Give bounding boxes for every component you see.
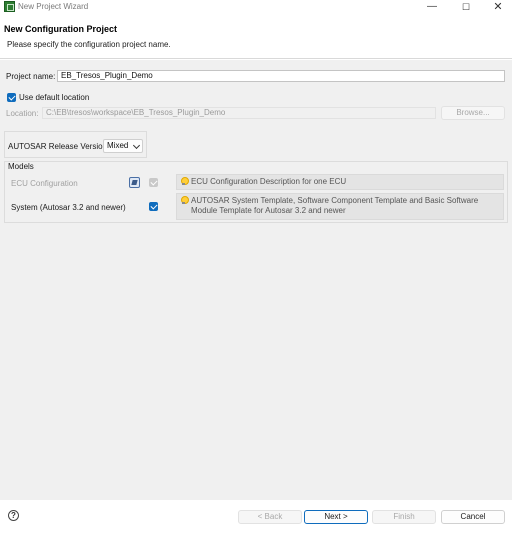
wizard-banner: New Configuration Project Please specify…	[0, 14, 512, 59]
system-model-checkbox[interactable]	[149, 202, 158, 211]
close-button[interactable]: ✕	[482, 0, 512, 14]
cancel-button[interactable]: Cancel	[441, 510, 505, 524]
lightbulb-icon	[180, 196, 189, 204]
location-label: Location:	[6, 109, 39, 118]
ecu-configuration-description: ECU Configuration Description for one EC…	[176, 174, 504, 190]
window-title: New Project Wizard	[18, 2, 89, 11]
model-name-system: System (Autosar 3.2 and newer)	[11, 203, 126, 212]
window-titlebar: New Project Wizard — ☐ ✕	[0, 0, 512, 14]
use-default-location-checkbox[interactable]	[7, 93, 16, 102]
models-group-label: Models	[8, 162, 34, 171]
page-title: New Configuration Project	[4, 24, 118, 34]
ecu-configuration-checkbox[interactable]	[149, 178, 158, 187]
next-button[interactable]: Next >	[304, 510, 368, 524]
use-default-location-label: Use default location	[19, 93, 90, 102]
wizard-content: Project name: EB_Tresos_Plugin_Demo Use …	[0, 60, 512, 500]
ecu-configuration-description-text: ECU Configuration Description for one EC…	[191, 177, 347, 186]
browse-button[interactable]: Browse...	[441, 106, 505, 120]
system-model-description-text: AUTOSAR System Template, Software Compon…	[191, 196, 479, 215]
system-model-description: AUTOSAR System Template, Software Compon…	[176, 193, 504, 220]
model-name-ecu-configuration: ECU Configuration	[11, 179, 78, 188]
minimize-button[interactable]: —	[416, 0, 448, 14]
project-name-input[interactable]: EB_Tresos_Plugin_Demo	[57, 70, 505, 82]
back-button[interactable]: < Back	[238, 510, 302, 524]
project-name-label: Project name:	[6, 72, 56, 81]
ecu-config-toggle-icon[interactable]	[129, 177, 140, 188]
page-description: Please specify the configuration project…	[7, 40, 171, 49]
autosar-release-value: Mixed	[107, 141, 129, 150]
lightbulb-icon	[180, 177, 189, 185]
maximize-button[interactable]: ☐	[450, 0, 482, 14]
autosar-release-select[interactable]: Mixed	[103, 139, 143, 153]
chevron-down-icon	[132, 141, 141, 150]
autosar-release-label: AUTOSAR Release Version:	[8, 142, 110, 151]
location-input[interactable]: C:\EB\tresos\workspace\EB_Tresos_Plugin_…	[42, 107, 436, 119]
help-icon[interactable]: ?	[8, 510, 19, 521]
eb-tresos-icon	[4, 1, 15, 12]
finish-button[interactable]: Finish	[372, 510, 436, 524]
